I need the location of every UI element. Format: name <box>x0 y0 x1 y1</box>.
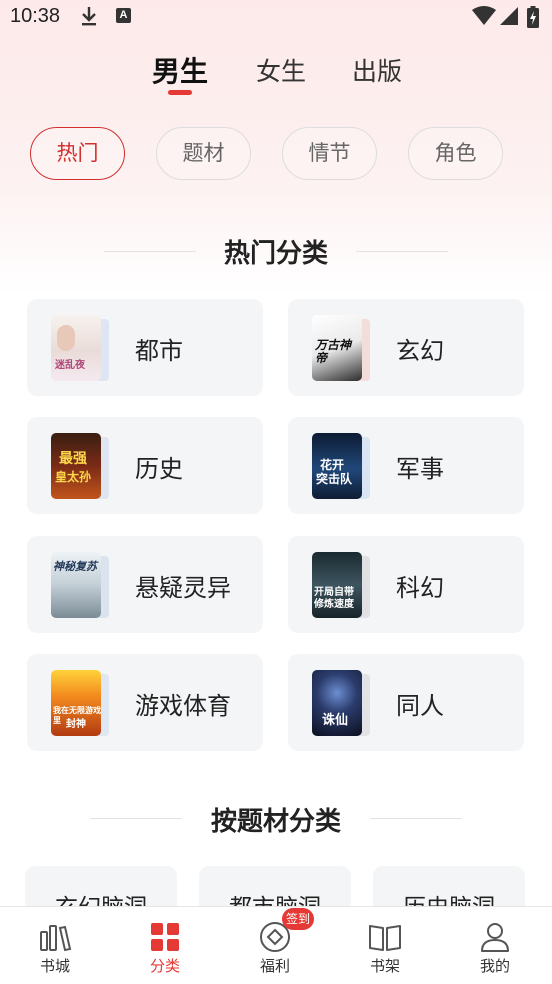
book-cover: 花开 突击队 <box>312 433 372 499</box>
nav-category[interactable]: 分类 <box>110 907 220 984</box>
book-cover: 万古神帝 <box>312 315 372 381</box>
category-card-mystery[interactable]: 神秘复苏 悬疑灵异 <box>27 536 263 633</box>
bookshelf-stats-icon <box>40 925 72 952</box>
active-tab-indicator <box>168 90 192 95</box>
tab-male[interactable]: 男生 <box>152 50 208 90</box>
status-bar: 10:38 A <box>0 0 552 36</box>
nav-label: 分类 <box>149 957 180 975</box>
nav-bookstore[interactable]: 书城 <box>0 907 110 984</box>
book-cover: 诛仙 <box>312 670 372 736</box>
nav-mine[interactable]: 我的 <box>440 907 550 984</box>
book-cover: 神秘复苏 <box>51 552 111 618</box>
gender-tabs: 男生 女生 出版 <box>0 52 552 100</box>
hot-section-title: 热门分类 <box>223 239 328 269</box>
a-notification-icon: A <box>116 8 131 23</box>
nav-bookshelf[interactable]: 书架 <box>330 907 440 984</box>
filter-plot[interactable]: 情节 <box>282 127 377 180</box>
category-card-history[interactable]: 最强 皇太孙 历史 <box>27 417 263 514</box>
tab-publish[interactable]: 出版 <box>352 52 402 88</box>
category-label: 玄幻 <box>396 337 444 365</box>
nav-label: 我的 <box>479 957 510 975</box>
signal-icon <box>500 7 518 25</box>
nav-label: 书架 <box>369 957 400 975</box>
person-icon <box>481 923 509 952</box>
checkin-badge[interactable]: 签到 <box>282 908 314 930</box>
category-card-military[interactable]: 花开 突击队 军事 <box>288 417 524 514</box>
category-label: 悬疑灵异 <box>135 574 231 602</box>
category-label: 都市 <box>135 337 183 365</box>
book-cover: 迷乱夜 <box>51 315 111 381</box>
category-card-scifi[interactable]: 开局自带 修炼速度 科幻 <box>288 536 524 633</box>
wifi-icon <box>472 6 496 25</box>
bottom-nav: 书城 分类 福利 书架 我的 <box>0 906 552 984</box>
battery-icon <box>527 6 539 28</box>
download-icon <box>82 7 96 26</box>
book-cover: 最强 皇太孙 <box>51 433 111 499</box>
category-card-game-sports[interactable]: 我在无限游戏里 封神 游戏体育 <box>27 654 263 751</box>
tab-female[interactable]: 女生 <box>256 52 306 88</box>
category-card-fantasy[interactable]: 万古神帝 玄幻 <box>288 299 524 396</box>
category-label: 历史 <box>135 455 183 483</box>
category-card-fanfic[interactable]: 诛仙 同人 <box>288 654 524 751</box>
category-label: 科幻 <box>396 574 444 602</box>
book-cover: 开局自带 修炼速度 <box>312 552 372 618</box>
status-time: 10:38 <box>10 5 61 27</box>
filter-theme[interactable]: 题材 <box>156 127 251 180</box>
theme-section-title: 按题材分类 <box>210 807 341 837</box>
category-label: 军事 <box>396 455 444 483</box>
open-book-icon <box>369 925 401 951</box>
book-cover: 我在无限游戏里 封神 <box>51 670 111 736</box>
grid-icon <box>151 923 179 951</box>
filter-role[interactable]: 角色 <box>408 127 503 180</box>
nav-label: 福利 <box>259 957 290 975</box>
category-label: 同人 <box>396 692 444 720</box>
filter-hot[interactable]: 热门 <box>30 127 125 180</box>
category-label: 游戏体育 <box>135 692 231 720</box>
category-card-city[interactable]: 迷乱夜 都市 <box>27 299 263 396</box>
nav-label: 书城 <box>39 957 70 975</box>
